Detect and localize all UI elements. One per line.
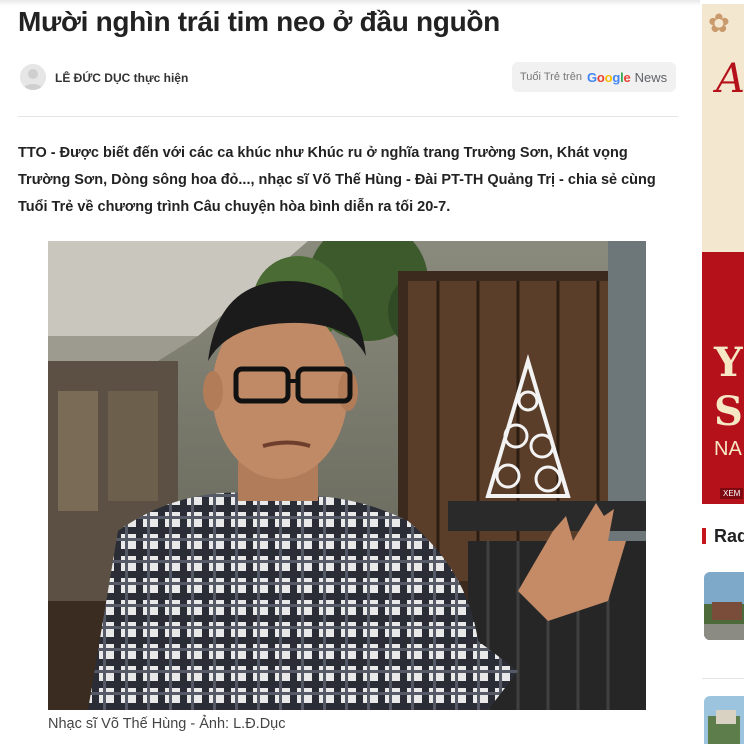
user-avatar-icon[interactable] bbox=[20, 64, 46, 90]
ad-xem-button[interactable]: XEM bbox=[720, 488, 744, 499]
divider bbox=[702, 678, 744, 679]
advertisement-banner[interactable]: ✿ A Y S NA XEM bbox=[702, 4, 744, 504]
sidebar: ✿ A Y S NA XEM Rad bbox=[702, 0, 744, 744]
section-accent-bar bbox=[702, 528, 706, 544]
ad-letter-y: Y bbox=[714, 339, 743, 386]
sidebar-thumbnail[interactable] bbox=[704, 572, 744, 640]
divider bbox=[18, 116, 678, 117]
flower-ornament-icon: ✿ bbox=[708, 8, 730, 38]
ad-top-panel: ✿ A bbox=[702, 4, 744, 252]
ad-letter-s: S bbox=[714, 388, 743, 435]
google-letter: g bbox=[612, 69, 621, 85]
byline: LÊ ĐỨC DỤC thực hiện Tuổi Trẻ trên Googl… bbox=[18, 62, 678, 94]
section-title[interactable]: Rad bbox=[714, 526, 744, 547]
google-news-suffix: News bbox=[634, 69, 668, 85]
google-letter: G bbox=[586, 69, 597, 85]
author-name[interactable]: LÊ ĐỨC DỤC thực hiện bbox=[55, 71, 188, 85]
article-photo[interactable] bbox=[48, 241, 646, 710]
article-lead: TTO - Được biết đến với các ca khúc như … bbox=[18, 145, 656, 215]
google-news-prefix: Tuổi Trẻ trên bbox=[520, 71, 582, 83]
google-logo: Google bbox=[587, 70, 631, 85]
sidebar-thumbnail[interactable] bbox=[704, 696, 744, 744]
ad-script-letter: A bbox=[716, 56, 744, 102]
google-letter: e bbox=[623, 69, 631, 85]
google-letter: o bbox=[596, 69, 605, 85]
photo-caption: Nhạc sĩ Võ Thế Hùng - Ảnh: L.Đ.Dục bbox=[48, 716, 286, 732]
google-news-button[interactable]: Tuổi Trẻ trên Google News bbox=[512, 62, 676, 92]
article-title: Mười nghìn trái tim neo ở đầu nguồn bbox=[18, 6, 500, 37]
ad-text-na: NA bbox=[714, 438, 742, 460]
